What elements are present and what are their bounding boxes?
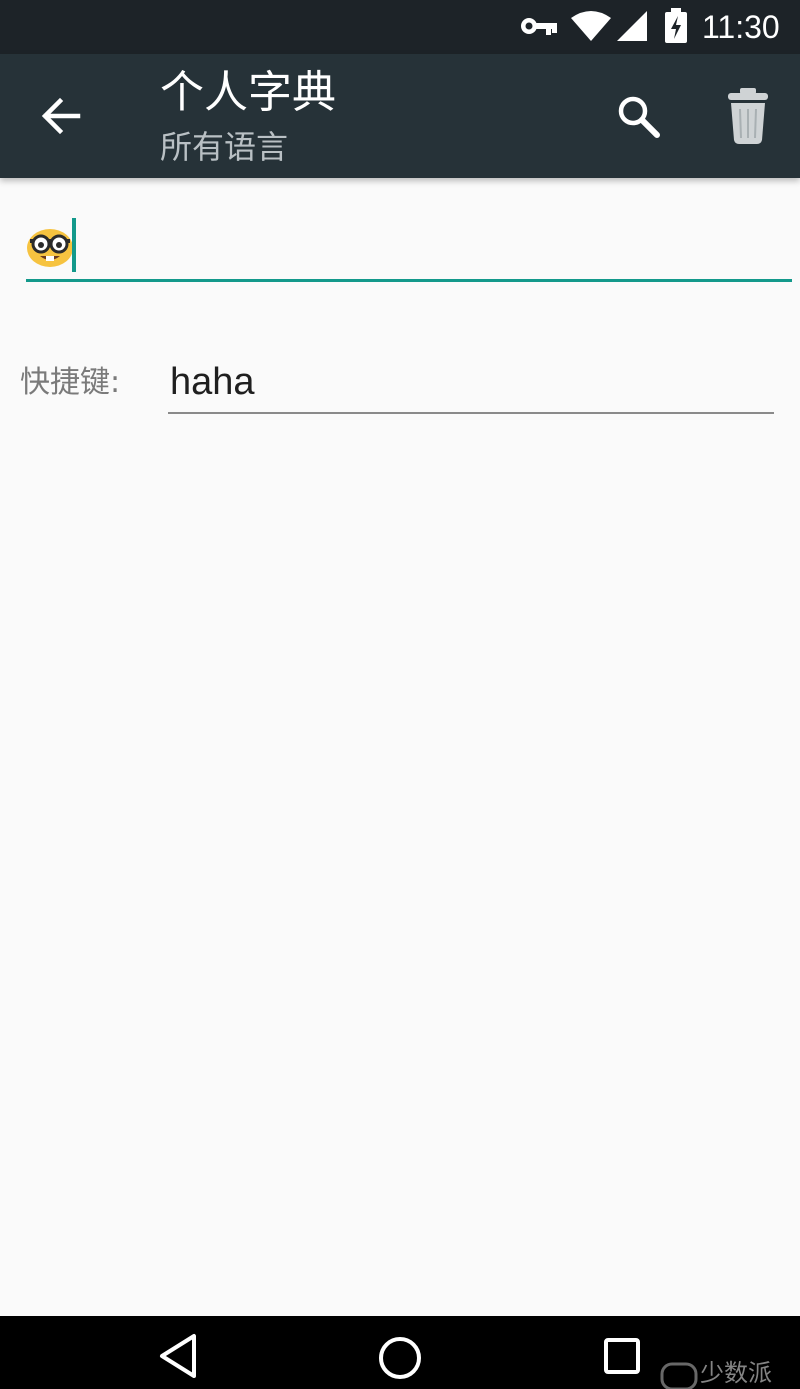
- status-bar: 11:30: [0, 0, 800, 54]
- back-arrow-icon[interactable]: [36, 90, 88, 142]
- system-nav-bar: 少数派: [0, 1316, 800, 1389]
- key-icon: [521, 18, 557, 35]
- trash-icon[interactable]: [722, 84, 774, 148]
- word-input[interactable]: [26, 214, 792, 282]
- recents-square-icon[interactable]: [600, 1330, 644, 1382]
- shortcut-input[interactable]: haha: [168, 354, 774, 414]
- search-icon[interactable]: [612, 90, 664, 142]
- shortcut-label: 快捷键:: [20, 365, 121, 400]
- home-circle-icon[interactable]: [376, 1330, 424, 1382]
- shortcut-input-value: haha: [170, 361, 255, 403]
- cell-signal-icon: [617, 11, 647, 41]
- status-clock: 11:30: [702, 9, 780, 45]
- page-title: 个人字典: [160, 67, 336, 118]
- wifi-icon: [571, 11, 611, 41]
- battery-charging-icon: [665, 8, 687, 43]
- app-bar: 个人字典 所有语言: [0, 54, 800, 178]
- nerd-face-emoji-icon: [27, 229, 73, 267]
- page-subtitle: 所有语言: [160, 128, 289, 166]
- back-triangle-icon[interactable]: [156, 1330, 200, 1382]
- watermark-text: 少数派: [700, 1359, 772, 1387]
- text-cursor: [72, 218, 76, 272]
